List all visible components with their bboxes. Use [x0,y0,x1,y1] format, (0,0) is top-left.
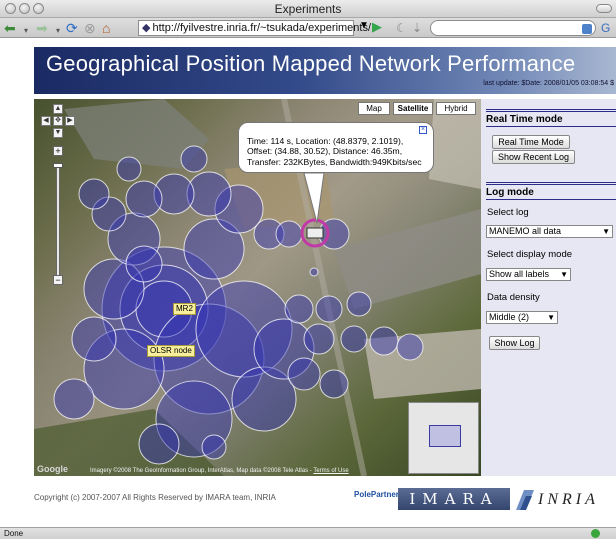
measurement-circle [284,294,314,324]
footer-logos: PolePartner IMARA INRIA [354,487,608,515]
measurement-circle [287,357,321,391]
chevron-down-icon: ▼ [560,270,568,279]
map-type-hybrid-button[interactable]: Hybrid [436,102,476,115]
measurement-circle [125,245,163,283]
overview-viewport[interactable] [429,425,461,447]
pan-right-icon[interactable]: ▶ [65,116,75,126]
measurement-circle [71,316,117,362]
measurement-circle [303,323,335,355]
terms-of-use-link[interactable]: Terms of Use [313,468,348,474]
map-attribution: Imagery ©2008 The GeoInformation Group, … [90,468,349,474]
pan-down-icon[interactable]: ▼ [53,128,63,138]
select-log-dropdown[interactable]: MANEMO all data ▼ [486,225,613,238]
measurement-circle [116,156,142,182]
window-title: Experiments [274,2,342,16]
download-icon[interactable]: ⇣ [412,20,422,36]
pan-up-icon[interactable]: ▲ [53,104,63,114]
google-logo: Google [37,464,68,474]
data-density-value: Middle (2) [489,312,530,322]
page-title: Geographical Position Mapped Network Per… [46,51,576,76]
zoom-slider-track[interactable] [56,164,60,276]
window-titlebar: Experiments [0,0,616,18]
overview-map[interactable] [408,402,479,474]
partner-logo: PolePartner [354,490,399,499]
measurement-circle [125,180,163,218]
data-density-dropdown[interactable]: Middle (2) ▼ [486,311,558,324]
data-density-label: Data density [487,292,540,303]
status-text: Done [4,529,24,538]
url-dropdown-icon[interactable]: ▼ [359,20,369,31]
measurement-circle [319,369,349,399]
chevron-down-icon: ▼ [547,313,555,322]
node-label-mr2[interactable]: MR2 [173,303,196,315]
browser-toolbar: ⬅ ▾ ➡ ▾ ⟳ ⊗ ⌂ ◆ http://fyilvestre.inria.f… [0,18,616,38]
pan-center-icon[interactable]: ✥ [53,116,63,126]
measurement-circle [78,178,110,210]
info-line: Time: 114 s, Location: (48.8379, 2.1019)… [247,136,404,146]
reload-icon[interactable]: ⟳ [66,20,78,36]
imara-logo: IMARA [398,488,510,510]
chevron-down-icon: ▼ [602,227,610,236]
toolbar-toggle-button[interactable] [596,4,612,13]
measurement-circle [201,434,227,460]
map-type-map-button[interactable]: Map [358,102,390,115]
status-bar: Done [0,527,616,539]
home-icon[interactable]: ⌂ [102,20,110,36]
search-engine-icon[interactable] [582,24,592,34]
bookmark-icon[interactable]: ☾ [396,20,407,36]
last-update: last update: $Date: 2008/01/05 03:08:54 … [483,80,614,87]
log-mode-heading: Log mode [486,182,616,200]
attribution-text: Imagery ©2008 The GeoInformation Group, … [90,468,314,474]
measurement-circle [346,291,372,317]
copyright-text: Copyright (c) 2007-2007 All Rights Reser… [34,493,276,502]
map-type-satellite-button[interactable]: Satellite [393,102,433,115]
measurement-circle [53,378,95,420]
node-label-olsr[interactable]: OLSR node [147,345,195,357]
info-line: Offset: (34.88, 30.52), Distance: 46.35m… [247,146,403,157]
address-bar[interactable]: ◆ http://fyilvestre.inria.fr/~tsukada/exp… [138,20,371,36]
zoom-slider-thumb[interactable] [53,163,63,168]
zoom-in-icon[interactable]: + [53,146,63,156]
google-search-icon[interactable]: G [601,20,610,36]
status-ok-icon [591,529,600,538]
measurement-circle [369,326,399,356]
measurement-circle [180,145,208,173]
map-view[interactable]: Map Satellite Hybrid ▲ ◀ ✥ ▶ ▼ + − × Tim… [34,99,481,476]
chevron-down-icon[interactable]: ▾ [24,23,28,39]
zoom-out-icon[interactable]: − [53,275,63,285]
show-log-button[interactable]: Show Log [489,336,540,350]
inria-logo: INRIA [538,491,599,508]
measurement-circles [53,145,424,465]
go-arrow-icon[interactable]: ▶ [372,19,382,35]
measurement-circle [315,295,343,323]
chevron-down-icon[interactable]: ▾ [56,23,60,39]
site-icon: ◆ [142,22,151,34]
measurement-circle [340,325,368,353]
display-mode-label: Select display mode [487,249,573,260]
inria-mark-icon [516,490,534,510]
info-line: Transfer: 232KBytes, Bandwidth:949Kbits/… [247,156,422,167]
display-mode-value: Show all labels [489,269,550,279]
measurement-circle [275,220,303,248]
measurement-circle [309,267,319,277]
select-log-value: MANEMO all data [489,226,562,236]
measurement-circle [396,333,424,361]
measurement-circle [138,423,180,465]
realtime-heading: Real Time mode [486,109,616,127]
forward-arrow-icon[interactable]: ➡ [36,20,48,36]
display-mode-dropdown[interactable]: Show all labels ▼ [486,268,571,281]
pan-left-icon[interactable]: ◀ [41,116,51,126]
select-log-label: Select log [487,207,529,218]
back-arrow-icon[interactable]: ⬅ [4,20,16,36]
show-recent-log-button[interactable]: Show Recent Log [492,150,575,164]
page-banner: Geographical Position Mapped Network Per… [34,47,616,94]
url-text: http://fyilvestre.inria.fr/~tsukada/expe… [152,22,372,34]
close-icon[interactable]: × [419,126,427,134]
stop-icon[interactable]: ⊗ [84,20,96,36]
real-time-mode-button[interactable]: Real Time Mode [492,135,570,149]
info-window: × Time: 114 s, Location: (48.8379, 2.101… [238,122,434,173]
search-input[interactable] [430,20,596,36]
control-panel: Real Time mode Real Time Mode Show Recen… [481,99,616,476]
vehicle-marker [306,227,324,239]
